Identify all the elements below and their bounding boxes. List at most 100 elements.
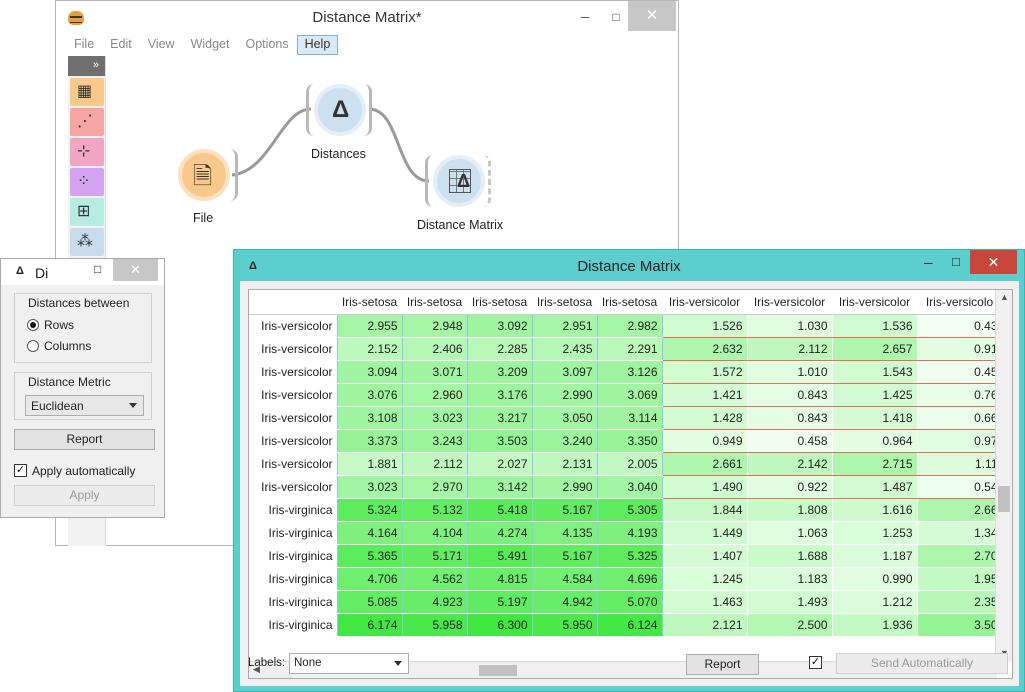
scroll-up-icon[interactable]: ▲ [1000,292,1009,302]
distance-cell[interactable]: 5.324 [336,497,403,522]
distance-cell[interactable]: 5.365 [336,543,403,568]
distance-cell[interactable]: 0.97 [916,428,1003,453]
distance-cell[interactable]: 2.500 [746,612,833,637]
distance-cell[interactable]: 5.491 [466,543,533,568]
distance-cell[interactable]: 1.212 [831,589,918,614]
row-header[interactable]: Iris-versicolor [249,475,337,498]
distance-cell[interactable]: 5.325 [596,543,663,568]
distance-cell[interactable]: 5.418 [466,497,533,522]
distance-cell[interactable]: 0.990 [831,566,918,591]
row-header[interactable]: Iris-versicolor [249,337,337,360]
distance-matrix-node[interactable]: Δ [433,155,485,207]
column-header[interactable]: Iris-versicolor [662,290,747,315]
distance-cell[interactable]: 4.706 [336,566,403,591]
distance-cell[interactable]: 3.071 [401,359,468,384]
distance-cell[interactable]: 2.970 [401,474,468,499]
distance-cell[interactable]: 2.70 [916,543,1003,568]
distance-cell[interactable]: 2.35 [916,589,1003,614]
distance-cell[interactable]: 4.923 [401,589,468,614]
distance-cell[interactable]: 1.616 [831,497,918,522]
distance-cell[interactable]: 1.245 [661,566,748,591]
distance-cell[interactable]: 5.167 [531,497,598,522]
matrix-output-anchor[interactable] [483,155,491,207]
distance-cell[interactable]: 5.171 [401,543,468,568]
distance-cell[interactable]: 2.948 [401,313,468,338]
distance-cell[interactable]: 2.982 [596,313,663,338]
distance-cell[interactable]: 0.949 [661,428,748,453]
distance-cell[interactable]: 2.291 [596,336,663,361]
row-header[interactable]: Iris-virginica [249,613,337,636]
row-header[interactable]: Iris-versicolor [249,452,337,475]
distance-cell[interactable]: 2.951 [531,313,598,338]
distance-cell[interactable]: 2.435 [531,336,598,361]
distance-cell[interactable]: 0.458 [746,428,833,453]
maximize-icon[interactable]: □ [94,262,101,276]
distance-cell[interactable]: 1.183 [746,566,833,591]
distance-cell[interactable]: 1.34 [916,520,1003,545]
distance-cell[interactable]: 1.030 [746,313,833,338]
distance-cell[interactable]: 1.187 [831,543,918,568]
distance-cell[interactable]: 2.657 [831,336,918,361]
distance-cell[interactable]: 3.350 [596,428,663,453]
distance-cell[interactable]: 1.449 [661,520,748,545]
distances-input-anchor[interactable] [306,84,314,136]
distance-cell[interactable]: 1.526 [661,313,748,338]
row-header[interactable]: Iris-versicolor [249,383,337,406]
distance-cell[interactable]: 1.95 [916,566,1003,591]
distance-cell[interactable]: 0.843 [746,405,833,430]
distance-cell[interactable]: 1.11 [916,451,1003,476]
column-header[interactable]: Iris-setosa [597,290,662,315]
distance-cell[interactable]: 2.027 [466,451,533,476]
distance-cell[interactable]: 5.958 [401,612,468,637]
distance-cell[interactable]: 0.91 [916,336,1003,361]
distance-cell[interactable]: 4.562 [401,566,468,591]
apply-button[interactable]: Apply [14,485,155,506]
distance-cell[interactable]: 1.543 [831,359,918,384]
distance-cell[interactable]: 5.167 [531,543,598,568]
send-automatically-checkbox[interactable]: ✓ [809,656,822,669]
distance-cell[interactable]: 1.572 [661,359,748,384]
distance-cell[interactable]: 1.407 [661,543,748,568]
report-button[interactable]: Report [14,429,155,450]
distance-cell[interactable]: 6.174 [336,612,403,637]
apply-automatically-checkbox[interactable]: ✓ [14,464,27,477]
distance-cell[interactable]: 1.425 [831,382,918,407]
distance-cell[interactable]: 2.955 [336,313,403,338]
distance-cell[interactable]: 2.960 [401,382,468,407]
column-header[interactable]: Iris-versicolor [832,290,917,315]
distance-cell[interactable]: 5.305 [596,497,663,522]
distance-cell[interactable]: 4.164 [336,520,403,545]
distance-cell[interactable]: 1.063 [746,520,833,545]
row-header[interactable]: Iris-virginica [249,544,337,567]
distance-cell[interactable]: 1.428 [661,405,748,430]
distance-cell[interactable]: 3.069 [596,382,663,407]
distance-cell[interactable]: 1.487 [831,474,918,499]
distance-cell[interactable]: 2.112 [401,451,468,476]
distance-cell[interactable]: 2.715 [831,451,918,476]
vertical-scroll-thumb[interactable] [998,486,1010,512]
distance-cell[interactable]: 0.843 [746,382,833,407]
distance-cell[interactable]: 2.152 [336,336,403,361]
distance-cell[interactable]: 3.023 [336,474,403,499]
column-header[interactable]: Iris-setosa [337,290,402,315]
vertical-scrollbar[interactable]: ▲ ▼ [995,290,1012,662]
distance-cell[interactable]: 0.45 [916,359,1003,384]
maximize-icon[interactable]: □ [952,254,960,269]
distance-cell[interactable]: 3.023 [401,405,468,430]
file-node[interactable]: 🗎 [178,149,230,201]
rows-radio[interactable] [27,319,39,331]
distance-cell[interactable]: 0.964 [831,428,918,453]
distance-cell[interactable]: 0.76 [916,382,1003,407]
distance-cell[interactable]: 0.43 [916,313,1003,338]
distance-cell[interactable]: 3.076 [336,382,403,407]
distance-cell[interactable]: 3.040 [596,474,663,499]
send-automatically-button[interactable]: Send Automatically [836,653,1008,674]
row-header[interactable]: Iris-versicolor [249,406,337,429]
distance-cell[interactable]: 4.584 [531,566,598,591]
distance-cell[interactable]: 2.112 [746,336,833,361]
distance-cell[interactable]: 5.950 [531,612,598,637]
distance-cell[interactable]: 3.050 [531,405,598,430]
distance-cell[interactable]: 6.124 [596,612,663,637]
distance-cell[interactable]: 4.942 [531,589,598,614]
row-header[interactable]: Iris-virginica [249,498,337,521]
